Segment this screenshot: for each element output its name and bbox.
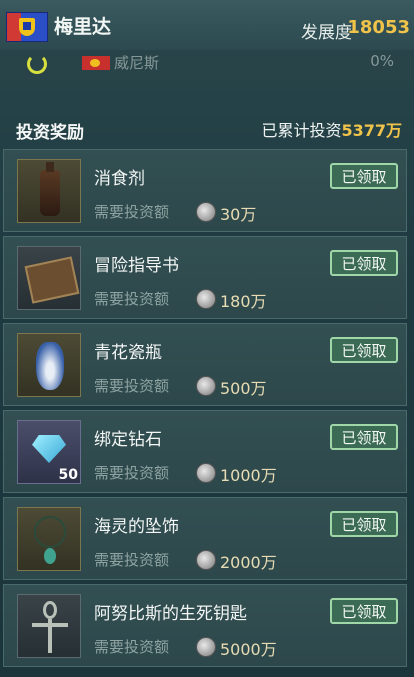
reward-name: 海灵的坠饰 xyxy=(94,517,179,537)
requirement-amount: 30万 xyxy=(220,205,257,224)
reward-card: 青花瓷瓶 需要投资额 500万 已领取 xyxy=(3,323,407,406)
reward-name: 青花瓷瓶 xyxy=(94,343,162,363)
requirement-label: 需要投资额 xyxy=(94,464,170,482)
claimed-button[interactable]: 已领取 xyxy=(330,511,398,537)
reward-name: 绑定钻石 xyxy=(94,430,162,450)
strip-percent: 0% xyxy=(370,52,394,70)
progress-ring-icon xyxy=(27,54,47,74)
total-label: 已累计投资 xyxy=(261,121,342,140)
requirement-label: 需要投资额 xyxy=(94,551,170,569)
bottle-icon xyxy=(17,159,81,223)
development-value: 18053 xyxy=(347,17,410,38)
reward-card: 冒险指导书 需要投资额 180万 已领取 xyxy=(3,236,407,319)
requirement-label: 需要投资额 xyxy=(94,377,170,395)
requirement-amount: 1000万 xyxy=(220,466,277,485)
claimed-button[interactable]: 已领取 xyxy=(330,163,398,189)
silver-coin-icon xyxy=(196,550,216,570)
city-flag-icon xyxy=(6,12,48,42)
section-title: 投资奖励 xyxy=(16,123,84,143)
diamond-count: 50 xyxy=(58,467,78,483)
reward-list: 消食剂 需要投资额 30万 已领取 冒险指导书 需要投资额 180万 已领取 青… xyxy=(3,149,407,671)
pendant-icon xyxy=(17,507,81,571)
venice-flag-icon xyxy=(82,56,110,70)
requirement-amount: 2000万 xyxy=(220,553,277,572)
claimed-button[interactable]: 已领取 xyxy=(330,337,398,363)
silver-coin-icon xyxy=(196,289,216,309)
reward-card: 消食剂 需要投资额 30万 已领取 xyxy=(3,149,407,232)
requirement-label: 需要投资额 xyxy=(94,290,170,308)
claimed-button[interactable]: 已领取 xyxy=(330,424,398,450)
strip-city-name: 威尼斯 xyxy=(114,54,160,72)
development-label: 发展度 xyxy=(301,23,352,43)
reward-name: 阿努比斯的生死钥匙 xyxy=(94,604,247,624)
requirement-amount: 500万 xyxy=(220,379,267,398)
total-value: 5377万 xyxy=(341,121,402,140)
requirement-amount: 180万 xyxy=(220,292,267,311)
requirement-amount: 5000万 xyxy=(220,640,277,659)
claimed-button[interactable]: 已领取 xyxy=(330,598,398,624)
reward-card: 50 绑定钻石 需要投资额 1000万 已领取 xyxy=(3,410,407,493)
silver-coin-icon xyxy=(196,637,216,657)
reward-name: 消食剂 xyxy=(94,169,145,189)
reward-card: 海灵的坠饰 需要投资额 2000万 已领取 xyxy=(3,497,407,580)
ankh-icon xyxy=(17,594,81,658)
ranking-strip: 威尼斯 0% xyxy=(0,50,414,80)
silver-coin-icon xyxy=(196,463,216,483)
total-investment: 已累计投资5377万 xyxy=(261,117,402,141)
city-name: 梅里达 xyxy=(54,16,112,38)
book-icon xyxy=(17,246,81,310)
claimed-button[interactable]: 已领取 xyxy=(330,250,398,276)
silver-coin-icon xyxy=(196,202,216,222)
header-bar: 梅里达 发展度 18053 xyxy=(0,0,414,51)
requirement-label: 需要投资额 xyxy=(94,203,170,221)
reward-card: 阿努比斯的生死钥匙 需要投资额 5000万 已领取 xyxy=(3,584,407,667)
requirement-label: 需要投资额 xyxy=(94,638,170,656)
reward-name: 冒险指导书 xyxy=(94,256,179,276)
vase-icon xyxy=(17,333,81,397)
diamond-icon: 50 xyxy=(17,420,81,484)
silver-coin-icon xyxy=(196,376,216,396)
